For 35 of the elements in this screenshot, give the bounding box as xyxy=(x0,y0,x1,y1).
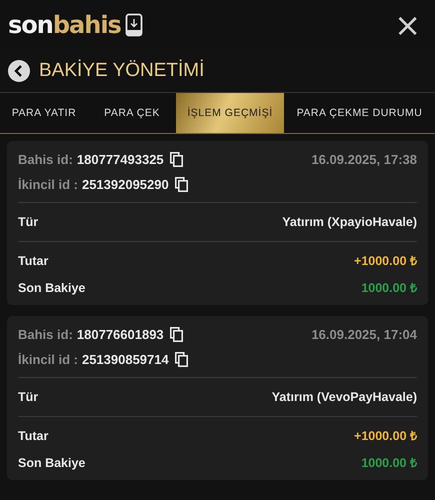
balance-value: 1000.00 ₺ xyxy=(361,280,417,296)
id-label: İkincil id : xyxy=(18,352,78,367)
phone-download-icon[interactable] xyxy=(124,13,143,37)
field-label: Tür xyxy=(18,390,38,404)
id-label: Bahis id: xyxy=(18,327,73,342)
id-label: Bahis id: xyxy=(18,152,73,167)
field-value: Yatırım (VevoPayHavale) xyxy=(272,390,417,404)
id-value: 180777493325 xyxy=(76,152,164,167)
copy-icon[interactable] xyxy=(170,327,183,342)
tab[interactable]: İŞLEM GEÇMİŞİ xyxy=(176,93,284,133)
field-label: Tür xyxy=(18,215,38,229)
copy-icon[interactable] xyxy=(170,152,183,167)
field-label: Son Bakiye xyxy=(18,456,86,470)
back-icon[interactable] xyxy=(8,60,30,82)
id-value: 180776601893 xyxy=(76,327,164,342)
field-value: Yatırım (XpayioHavale) xyxy=(282,215,417,229)
balance-value: 1000.00 ₺ xyxy=(361,455,417,471)
tab[interactable]: PARA ÇEK xyxy=(88,93,176,133)
field-label: Tutar xyxy=(18,428,48,442)
field-label: Son Bakiye xyxy=(18,280,86,294)
id-value: 251390859714 xyxy=(82,352,169,367)
amount-value: +1000.00 ₺ xyxy=(354,253,417,269)
id-value: 251392095290 xyxy=(82,177,169,192)
logo[interactable]: sonbahis xyxy=(8,11,121,39)
field-label: Tutar xyxy=(18,254,48,268)
page-title: BAKİYE YÖNETİMİ xyxy=(39,60,204,82)
id-label: İkincil id : xyxy=(18,177,78,192)
tab[interactable]: PARA YATIR xyxy=(0,93,88,133)
transaction-date: 16.09.2025, 17:38 xyxy=(311,152,417,167)
copy-icon[interactable] xyxy=(174,352,188,367)
tab[interactable]: PARA ÇEKME DURUMU xyxy=(284,93,435,133)
copy-icon[interactable] xyxy=(174,177,188,192)
amount-value: +1000.00 ₺ xyxy=(354,428,417,444)
close-button[interactable]: × xyxy=(390,10,425,40)
transaction-date: 16.09.2025, 17:04 xyxy=(311,327,417,342)
